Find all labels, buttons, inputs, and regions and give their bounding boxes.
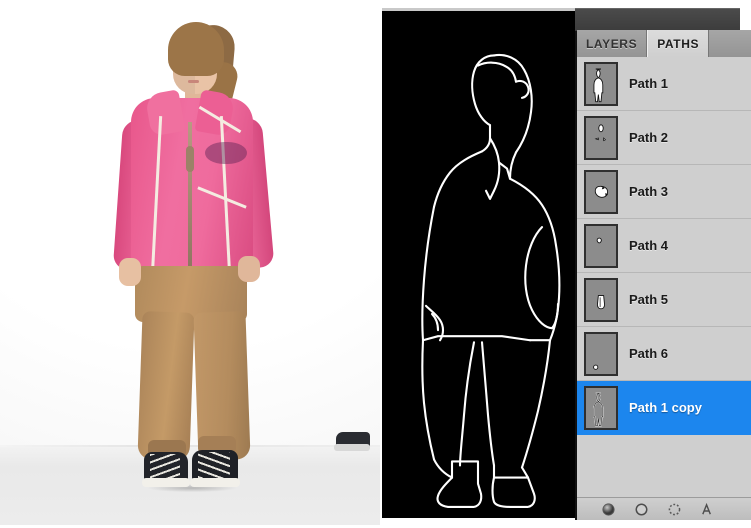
path-preview-canvas bbox=[382, 8, 600, 518]
panel-tab-strip: LAYERS PATHS bbox=[577, 30, 751, 57]
path-name-label: Path 5 bbox=[629, 292, 669, 307]
hand-left bbox=[119, 258, 141, 286]
path-thumbnail-speck[interactable] bbox=[584, 223, 618, 268]
path-thumbnail-sleeve[interactable] bbox=[584, 277, 618, 322]
path-thumbnail-figure[interactable] bbox=[584, 61, 618, 106]
jacket-zipper bbox=[188, 122, 192, 274]
jacket-collar-left bbox=[144, 89, 186, 137]
path-list-item[interactable]: Path 3 bbox=[577, 165, 751, 219]
tab-paths[interactable]: PATHS bbox=[647, 30, 710, 57]
thumbnail-zipper-icon bbox=[594, 123, 607, 141]
panel-title-bar[interactable] bbox=[575, 8, 740, 31]
hand-right bbox=[238, 256, 260, 282]
thumbnail-sleeve-icon bbox=[597, 294, 605, 309]
path-thumbnail-logo[interactable] bbox=[584, 169, 618, 214]
pen-path-icon[interactable] bbox=[700, 502, 715, 517]
hair-top bbox=[168, 22, 224, 76]
path-list-item[interactable]: Path 5 bbox=[577, 273, 751, 327]
zipper-pull bbox=[186, 146, 194, 172]
paths-panel: LAYERS PATHS Path 1 Path 2 Path 3 Path 4… bbox=[575, 8, 751, 520]
path-list-item-selected[interactable]: Path 1 copy bbox=[577, 381, 751, 435]
path-name-label: Path 1 bbox=[629, 76, 669, 91]
path-name-label: Path 6 bbox=[629, 346, 669, 361]
background-prop-shoe-sole bbox=[334, 444, 370, 451]
tab-strip-filler bbox=[709, 30, 751, 57]
trouser-leg-left bbox=[137, 311, 195, 461]
source-photograph bbox=[0, 0, 380, 525]
path-name-label: Path 3 bbox=[629, 184, 669, 199]
paths-panel-toolbar bbox=[577, 497, 751, 520]
path-name-label: Path 4 bbox=[629, 238, 669, 253]
sneaker-laces-right bbox=[198, 452, 230, 478]
sneaker-sole-right bbox=[190, 478, 240, 487]
paths-list[interactable]: Path 1 Path 2 Path 3 Path 4 Path 5 Path … bbox=[577, 57, 751, 479]
path-list-item[interactable]: Path 1 bbox=[577, 57, 751, 111]
path-thumbnail-figure-copy[interactable] bbox=[584, 385, 618, 430]
thumbnail-speck-icon bbox=[596, 237, 602, 243]
sneaker-laces-left bbox=[150, 454, 180, 478]
path-name-label: Path 1 copy bbox=[629, 400, 702, 415]
mouth bbox=[188, 80, 199, 83]
path-list-item[interactable]: Path 6 bbox=[577, 327, 751, 381]
load-path-as-selection-icon[interactable] bbox=[667, 502, 682, 517]
tab-layers[interactable]: LAYERS bbox=[577, 30, 648, 57]
path-thumbnail-dot[interactable] bbox=[584, 331, 618, 376]
path-thumbnail-zipper[interactable] bbox=[584, 115, 618, 160]
path-name-label: Path 2 bbox=[629, 130, 669, 145]
stroke-path-icon[interactable] bbox=[634, 502, 649, 517]
path-list-item[interactable]: Path 4 bbox=[577, 219, 751, 273]
fill-path-icon[interactable] bbox=[601, 502, 616, 517]
sneaker-sole-left bbox=[142, 478, 190, 487]
thumbnail-figure-outline-icon bbox=[593, 391, 604, 426]
path-list-item[interactable]: Path 2 bbox=[577, 111, 751, 165]
jacket-chest-logo bbox=[205, 142, 247, 164]
figure-outline-path bbox=[421, 53, 561, 508]
thumbnail-figure-icon bbox=[593, 68, 604, 102]
thumbnail-logo-icon bbox=[594, 185, 609, 198]
thumbnail-dot-icon bbox=[593, 364, 599, 370]
floor-horizon-line bbox=[0, 445, 380, 447]
screenshot-root: LAYERS PATHS Path 1 Path 2 Path 3 Path 4… bbox=[0, 0, 751, 525]
paths-list-empty-area bbox=[577, 479, 751, 497]
